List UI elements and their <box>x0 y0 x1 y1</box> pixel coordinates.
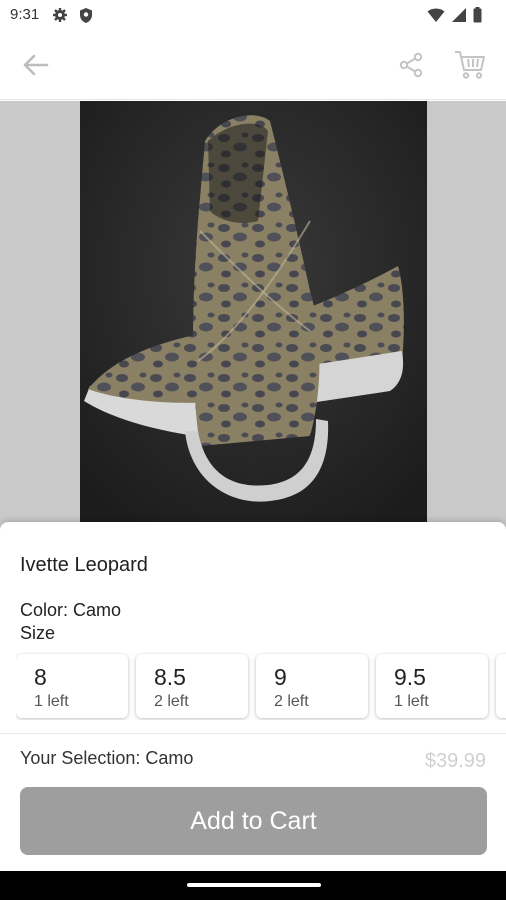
back-arrow-icon <box>21 53 49 82</box>
size-value: 9.5 <box>394 664 426 690</box>
home-gesture-handle[interactable] <box>187 883 321 887</box>
product-name: Ivette Leopard <box>20 554 148 576</box>
size-stock: 1 left <box>394 693 429 710</box>
size-stock: 2 left <box>274 693 309 710</box>
size-option-9-5[interactable]: 9.5 1 left <box>376 654 488 718</box>
status-time: 9:31 <box>10 6 40 23</box>
cart-button[interactable] <box>452 49 488 85</box>
back-button[interactable] <box>18 50 52 84</box>
selection-summary: Your Selection: Camo <box>20 748 194 768</box>
system-nav-bar <box>0 871 506 900</box>
size-stock: 1 left <box>34 693 69 710</box>
signal-icon <box>451 7 467 28</box>
size-option-next-partial[interactable] <box>496 654 506 718</box>
product-image-area <box>0 101 506 531</box>
price: $39.99 <box>424 750 486 772</box>
size-options[interactable]: 8 1 left 8.5 2 left 9 2 left 9.5 1 left <box>16 652 506 720</box>
size-label: Size <box>20 623 56 643</box>
cart-icon <box>454 50 486 85</box>
share-button[interactable] <box>394 50 428 84</box>
product-photo[interactable] <box>80 101 427 524</box>
product-detail-sheet: Ivette Leopard Color: Camo Size 8 1 left… <box>0 522 506 871</box>
size-value: 8.5 <box>154 664 186 690</box>
top-toolbar <box>0 32 506 100</box>
size-option-8[interactable]: 8 1 left <box>16 654 128 718</box>
size-value: 9 <box>274 664 287 690</box>
gear-icon <box>52 7 68 29</box>
add-to-cart-button[interactable]: Add to Cart <box>20 787 487 855</box>
divider <box>0 733 506 734</box>
size-value: 8 <box>34 664 47 690</box>
product-color: Color: Camo <box>20 600 122 620</box>
battery-icon <box>473 7 482 28</box>
status-bar: 9:31 <box>0 0 506 32</box>
size-option-9[interactable]: 9 2 left <box>256 654 368 718</box>
shield-icon <box>78 7 94 29</box>
size-option-8-5[interactable]: 8.5 2 left <box>136 654 248 718</box>
wifi-icon <box>427 7 445 28</box>
size-stock: 2 left <box>154 693 189 710</box>
share-icon <box>398 52 424 83</box>
